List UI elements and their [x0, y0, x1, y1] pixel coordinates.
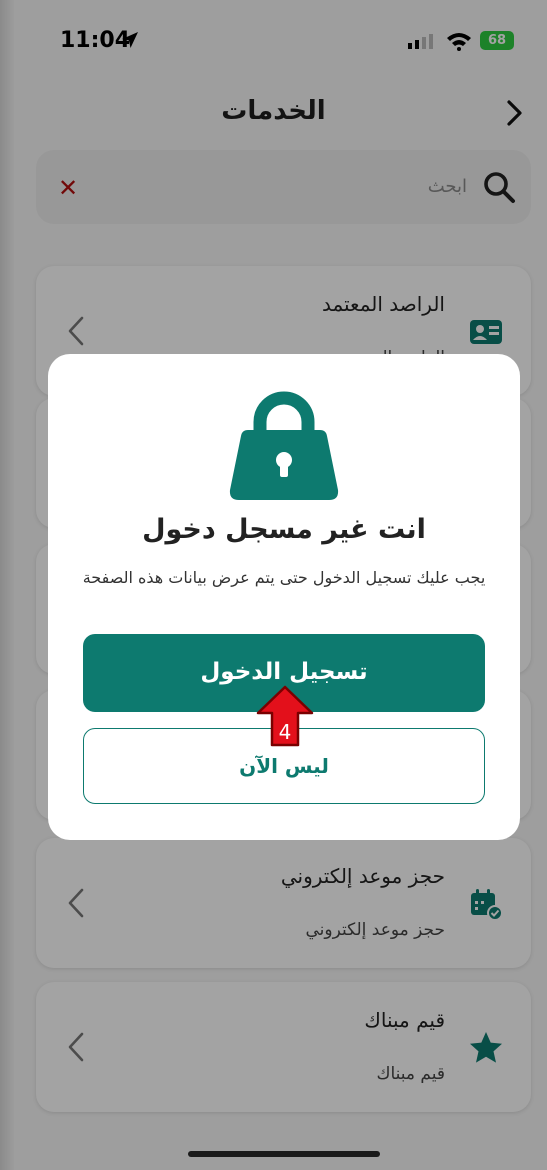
dialog-title: انت غير مسجل دخول: [142, 514, 426, 545]
step-annotation-arrow: 4: [256, 685, 314, 747]
lock-icon: [229, 391, 339, 500]
home-indicator: [188, 1151, 380, 1157]
login-required-dialog: انت غير مسجل دخول يجب عليك تسجيل الدخول …: [48, 354, 520, 840]
app-screen: 11:04 68 الخدمات ✕ ابحث الراصد المعتمد ح…: [0, 0, 547, 1170]
dialog-description: يجب عليك تسجيل الدخول حتى يتم عرض بيانات…: [82, 568, 486, 587]
step-number: 4: [279, 720, 292, 744]
